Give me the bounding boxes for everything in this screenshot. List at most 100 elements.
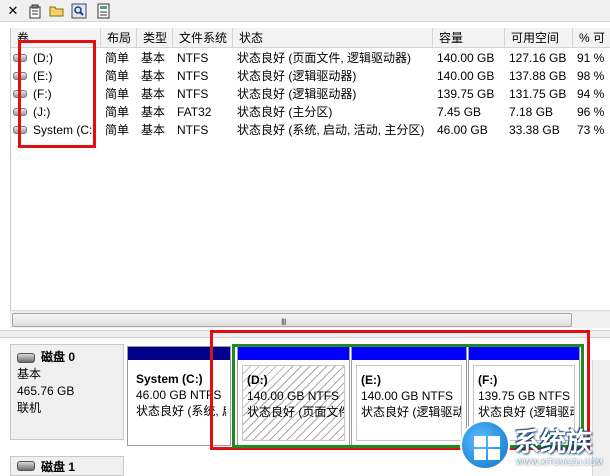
disk-name: 磁盘 1 — [41, 459, 76, 474]
disk-1-label[interactable]: 磁盘 1 — [10, 456, 124, 476]
partition-size: 46.00 GB NTFS — [136, 388, 222, 402]
partition-status: 状态良好 (逻辑驱动 — [361, 405, 462, 419]
search-icon[interactable] — [70, 2, 88, 20]
disk-type: 基本 — [17, 367, 42, 381]
disk-0-title: 磁盘 0 — [17, 349, 117, 366]
partition-status: 状态良好 (页面文件 — [247, 405, 345, 419]
column-header-free[interactable]: 可用空间 — [505, 28, 573, 48]
volume-layout: 简单 — [105, 123, 130, 137]
disk-management-window: ✕ 卷 布局 类型 文件系统 状态 容量 可用空间 % 可 (D:) 简单 基本… — [0, 0, 610, 476]
volume-name: (E:) — [33, 69, 53, 83]
table-row[interactable]: (E:) 简单 基本 NTFS 状态良好 (逻辑驱动器) 140.00 GB 1… — [11, 67, 610, 85]
column-header-layout[interactable]: 布局 — [101, 28, 137, 48]
column-header-filesystem[interactable]: 文件系统 — [173, 28, 233, 48]
volume-status: 状态良好 (逻辑驱动器) — [237, 87, 357, 101]
volume-list: 卷 布局 类型 文件系统 状态 容量 可用空间 % 可 (D:) 简单 基本 N… — [10, 28, 610, 328]
volume-status: 状态良好 (页面文件, 逻辑驱动器) — [237, 51, 411, 65]
grip-icon: III — [281, 317, 286, 327]
column-header-volume[interactable]: 卷 — [11, 28, 101, 48]
close-icon[interactable]: ✕ — [4, 2, 22, 20]
watermark-text: 系统族 — [514, 428, 593, 458]
volume-layout: 简单 — [105, 69, 130, 83]
table-row[interactable]: System (C:) 简单 基本 NTFS 状态良好 (系统, 启动, 活动,… — [11, 121, 610, 139]
disk-name: 磁盘 0 — [41, 350, 76, 364]
partition-d[interactable]: (D:) 140.00 GB NTFS 状态良好 (页面文件 — [237, 346, 350, 446]
volume-capacity: 46.00 GB — [437, 123, 488, 137]
logical-partition-bar — [238, 347, 349, 360]
volume-layout: 简单 — [105, 105, 130, 119]
volume-type: 基本 — [141, 87, 166, 101]
partition-info: System (C:) 46.00 GB NTFS 状态良好 (系统, 启 — [132, 365, 226, 441]
table-row[interactable]: (F:) 简单 基本 NTFS 状态良好 (逻辑驱动器) 139.75 GB 1… — [11, 85, 610, 103]
volume-free: 137.88 GB — [509, 69, 567, 83]
volume-free: 127.16 GB — [509, 51, 567, 65]
volume-name: (J:) — [33, 105, 51, 119]
disk-state: 联机 — [17, 401, 42, 415]
volume-capacity: 140.00 GB — [437, 69, 495, 83]
scrollbar-thumb[interactable]: III — [12, 313, 572, 327]
partition-name: (D:) — [247, 373, 268, 387]
volume-name: System (C:) — [33, 123, 97, 137]
volume-type: 基本 — [141, 51, 166, 65]
volume-layout: 简单 — [105, 87, 130, 101]
partition-name: System (C:) — [136, 372, 203, 386]
column-header-type[interactable]: 类型 — [137, 28, 173, 48]
volume-filesystem: NTFS — [177, 51, 209, 65]
watermark-logo: 系统族 WWW.XITONGZU.COM — [460, 418, 610, 476]
partition-size: 140.00 GB NTFS — [361, 389, 454, 403]
primary-partition-bar — [128, 347, 230, 360]
table-row[interactable]: (J:) 简单 基本 FAT32 状态良好 (主分区) 7.45 GB 7.18… — [11, 103, 610, 121]
volume-status: 状态良好 (系统, 启动, 活动, 主分区) — [237, 123, 425, 137]
disk-icon — [13, 54, 27, 62]
volume-name: (F:) — [33, 87, 52, 101]
disk-icon — [13, 72, 27, 80]
logical-partition-bar — [352, 347, 466, 360]
column-header-percent[interactable]: % 可 — [573, 28, 610, 48]
volume-percent: 94 % — [577, 87, 605, 101]
partition-name: (E:) — [361, 373, 381, 387]
partition-c[interactable]: System (C:) 46.00 GB NTFS 状态良好 (系统, 启 — [127, 346, 231, 446]
partition-info: (E:) 140.00 GB NTFS 状态良好 (逻辑驱动 — [356, 365, 462, 441]
partition-name: (F:) — [478, 373, 498, 387]
volume-filesystem: NTFS — [177, 69, 209, 83]
volume-status: 状态良好 (逻辑驱动器) — [237, 69, 357, 83]
volume-name: (D:) — [33, 51, 53, 65]
volume-percent: 91 % — [577, 51, 605, 65]
help-icon[interactable] — [94, 2, 112, 20]
windows-logo-icon — [460, 420, 510, 470]
volume-capacity: 7.45 GB — [437, 105, 482, 119]
column-header-capacity[interactable]: 容量 — [433, 28, 505, 48]
disk-0-label[interactable]: 磁盘 0 基本 465.76 GB 联机 — [10, 344, 124, 440]
volume-type: 基本 — [141, 123, 166, 137]
volume-free: 7.18 GB — [509, 105, 554, 119]
volume-status: 状态良好 (主分区) — [237, 105, 333, 119]
disk-icon — [13, 90, 27, 98]
volume-filesystem: NTFS — [177, 87, 209, 101]
logical-partition-bar — [469, 347, 579, 360]
table-row[interactable]: (D:) 简单 基本 NTFS 状态良好 (页面文件, 逻辑驱动器) 140.0… — [11, 49, 610, 67]
volume-percent: 98 % — [577, 69, 605, 83]
volume-free: 33.38 GB — [509, 123, 560, 137]
open-folder-icon[interactable] — [48, 2, 66, 20]
partition-e[interactable]: (E:) 140.00 GB NTFS 状态良好 (逻辑驱动 — [351, 346, 467, 446]
volume-capacity: 139.75 GB — [437, 87, 495, 101]
column-header-status[interactable]: 状态 — [233, 28, 433, 48]
partition-info: (D:) 140.00 GB NTFS 状态良好 (页面文件 — [242, 365, 345, 441]
disk-icon — [13, 108, 27, 116]
volume-filesystem: NTFS — [177, 123, 209, 137]
partition-size: 139.75 GB NTFS — [478, 389, 571, 403]
volume-type: 基本 — [141, 105, 166, 119]
partition-status: 状态良好 (系统, 启 — [136, 404, 226, 418]
hard-disk-icon — [17, 352, 35, 363]
volume-free: 131.75 GB — [509, 87, 567, 101]
properties-icon[interactable] — [26, 2, 44, 20]
hard-disk-icon — [17, 461, 35, 471]
toolbar: ✕ — [0, 0, 610, 22]
volume-percent: 73 % — [577, 123, 605, 137]
volume-type: 基本 — [141, 69, 166, 83]
horizontal-scrollbar[interactable]: III — [10, 310, 610, 328]
pane-splitter[interactable] — [0, 330, 610, 338]
volume-layout: 简单 — [105, 51, 130, 65]
volume-capacity: 140.00 GB — [437, 51, 495, 65]
volume-percent: 96 % — [577, 105, 605, 119]
